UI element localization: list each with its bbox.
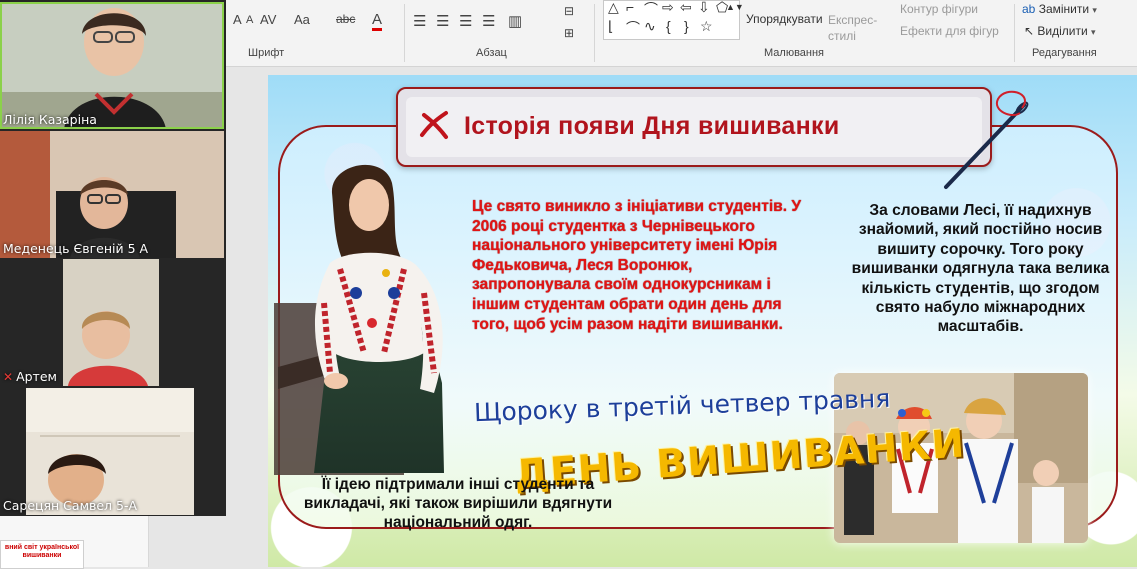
triangle-shape-icon[interactable]: △	[608, 0, 619, 16]
quick-styles-button[interactable]: Експрес- стилі	[828, 12, 877, 44]
video-call-panel: Лілія Казаріна Меденець Євгеній 5 А ✕ Арт…	[0, 0, 226, 516]
align-text-icon[interactable]: ⊟	[564, 4, 574, 18]
arrow-left-shape-icon[interactable]: ⇦	[680, 0, 692, 16]
slide-canvas[interactable]: Історія появи Дня вишиванки Це свято вин…	[268, 75, 1137, 567]
participant-video	[0, 131, 224, 258]
separator	[1014, 4, 1015, 62]
replace-icon: ab	[1022, 2, 1036, 16]
paragraph-group-label: Абзац	[476, 47, 507, 59]
thumbnail-title: вний світ української вишиванки	[4, 544, 80, 559]
right-paragraph: За словами Лесі, її надихнув знайомий, я…	[851, 202, 1110, 336]
embroidery-cross-icon	[420, 111, 448, 139]
align-right-icon[interactable]: ☰	[459, 12, 472, 30]
cursor-icon: ↖	[1024, 24, 1035, 38]
shape-outline-button[interactable]: Контур фігури	[900, 2, 978, 16]
participant-video	[0, 259, 224, 386]
slide-thumbnail[interactable]: вний світ української вишиванки	[0, 540, 84, 569]
smartart-icon[interactable]: ⊞	[564, 26, 574, 40]
participant-name-text: Артем	[16, 369, 57, 384]
select-label: Виділити	[1037, 24, 1088, 38]
columns-icon[interactable]: ▥	[508, 12, 522, 30]
participant-name: Сарецян Самвел 5-А	[3, 498, 138, 513]
drawing-group-label: Малювання	[764, 47, 825, 59]
shape-effects-button[interactable]: Ефекти для фігур	[900, 24, 999, 38]
participant-tile-1[interactable]: Лілія Казаріна	[0, 2, 224, 129]
slide-title: Історія появи Дня вишиванки	[464, 112, 840, 140]
gallery-scroll-icon[interactable]: ▲▼	[726, 2, 744, 12]
participant-tile-4[interactable]: Сарецян Самвел 5-А	[0, 388, 224, 515]
bottom-paragraph: Її ідею підтримали інші студенти та викл…	[303, 476, 613, 531]
change-case-button[interactable]: Aa	[294, 12, 310, 27]
bent-shape-icon[interactable]: ⌒	[626, 18, 640, 38]
align-left-icon[interactable]: ☰	[413, 12, 426, 30]
participant-tile-3[interactable]: ✕ Артем	[0, 259, 224, 386]
participant-name: Меденець Євгеній 5 А	[3, 241, 149, 256]
needle-thread-icon	[944, 90, 1029, 189]
font-group-label: Шрифт	[248, 47, 285, 59]
separator	[594, 4, 595, 62]
participant-name: Лілія Казаріна	[3, 112, 97, 127]
align-center-icon[interactable]: ☰	[436, 12, 449, 30]
left-paragraph: Це свято виникло з ініціативи студентів.…	[472, 198, 802, 333]
arrow-down-shape-icon[interactable]: ⇩	[698, 0, 710, 16]
replace-button[interactable]: ab Замінити ▾	[1022, 2, 1097, 16]
participant-video	[0, 2, 224, 129]
wave-shape-icon[interactable]: ∿	[644, 18, 656, 35]
replace-label: Замінити	[1038, 2, 1090, 16]
editing-group-label: Редагування	[1032, 47, 1097, 59]
char-spacing-button[interactable]: AV	[260, 12, 276, 27]
connector-shape-icon[interactable]: ⌊	[608, 18, 613, 35]
arrow-right-shape-icon[interactable]: ⇨	[662, 0, 674, 16]
font-color-button[interactable]: A	[372, 11, 383, 31]
separator	[404, 4, 405, 62]
brace-left-shape-icon[interactable]: {	[666, 18, 671, 34]
line-shape-icon[interactable]: ⌐	[626, 0, 634, 15]
star-shape-icon[interactable]: ☆	[700, 18, 713, 35]
curve-shape-icon[interactable]: ⌒	[644, 0, 658, 19]
arrange-button[interactable]: Упорядкувати	[746, 12, 823, 26]
justify-icon[interactable]: ☰	[482, 12, 495, 30]
clear-format-button[interactable]: abc	[336, 12, 355, 26]
shapes-gallery[interactable]: △ ⌐ ⌒ ⇨ ⇦ ⇩ ⬠ ⌊ ⌒ ∿ { } ☆	[603, 0, 740, 40]
font-size-down-button[interactable]: A	[246, 14, 253, 26]
participant-video	[0, 388, 224, 515]
brace-right-shape-icon[interactable]: }	[684, 18, 689, 34]
select-button[interactable]: ↖ Виділити ▾	[1024, 24, 1096, 38]
participant-tile-2[interactable]: Меденець Євгеній 5 А	[0, 131, 224, 258]
font-size-up-button[interactable]: A	[233, 12, 242, 27]
participant-name: ✕ Артем	[3, 369, 57, 384]
mic-muted-icon: ✕	[3, 370, 14, 384]
woman-in-vyshyvanka-image	[274, 164, 444, 475]
